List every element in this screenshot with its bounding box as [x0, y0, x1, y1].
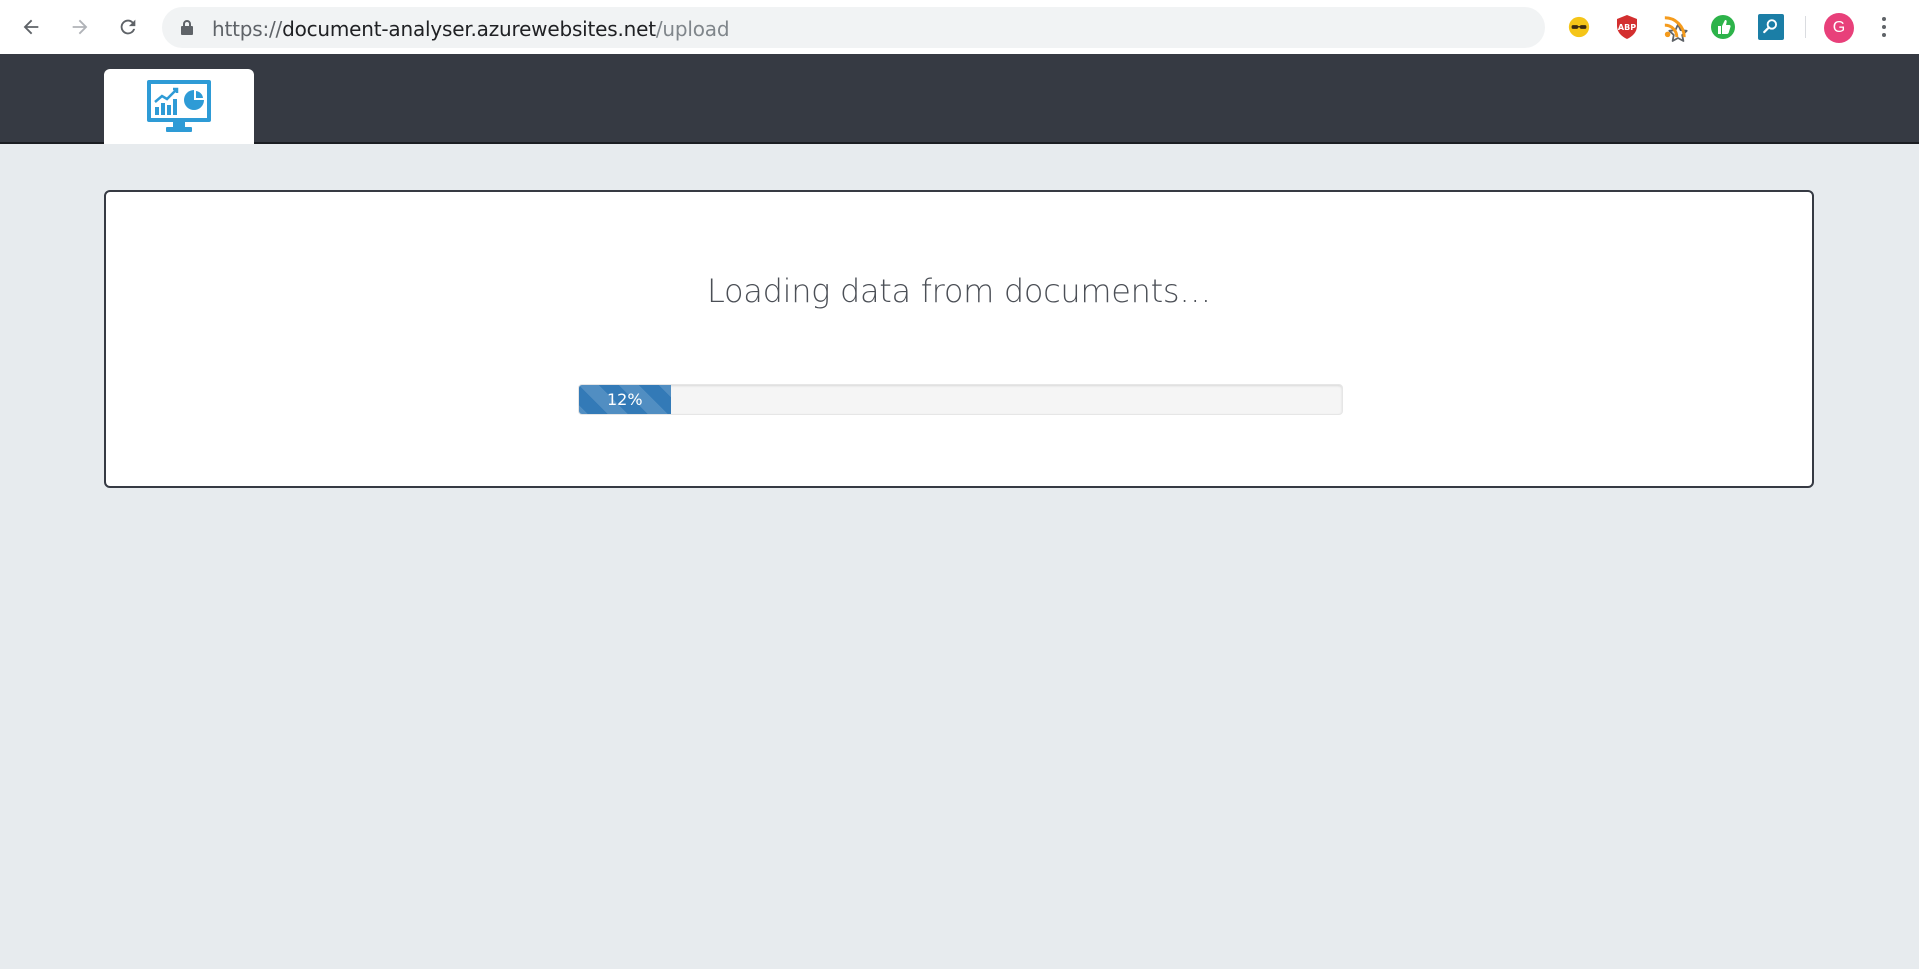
loading-title: Loading data from documents…	[707, 272, 1211, 310]
progress-bar-fill: 12%	[579, 385, 671, 414]
browser-menu-button[interactable]	[1874, 12, 1894, 42]
app-header	[0, 54, 1919, 144]
browser-toolbar: https://document-analyser.azurewebsites.…	[0, 0, 1919, 54]
search-extension-icon[interactable]	[1758, 14, 1784, 40]
reload-button[interactable]	[111, 10, 145, 44]
progress-bar: 12%	[578, 384, 1343, 415]
glasses-extension-icon[interactable]	[1566, 14, 1592, 40]
url-scheme: https://	[212, 17, 283, 41]
url-path: /upload	[655, 17, 730, 41]
arrow-left-icon	[23, 19, 39, 35]
rss-icon[interactable]	[1662, 14, 1688, 40]
adblock-icon[interactable]: ABP	[1614, 14, 1640, 40]
url-text: https://document-analyser.azurewebsites.…	[212, 17, 730, 41]
forward-button[interactable]	[63, 10, 97, 44]
address-bar[interactable]: https://document-analyser.azurewebsites.…	[162, 7, 1688, 48]
lock-icon	[181, 20, 193, 35]
dot	[1882, 25, 1886, 29]
loading-panel: Loading data from documents… 12%	[104, 190, 1814, 488]
thumbs-up-extension-icon[interactable]	[1710, 14, 1736, 40]
profile-avatar[interactable]: G	[1824, 13, 1854, 43]
dot	[1882, 17, 1886, 21]
back-button[interactable]	[14, 10, 48, 44]
analytics-monitor-logo	[147, 79, 211, 132]
dot	[1882, 33, 1886, 37]
toolbar-divider	[1805, 16, 1806, 38]
svg-text:ABP: ABP	[1618, 23, 1636, 32]
reload-icon	[120, 19, 136, 35]
logo-tab[interactable]	[104, 69, 254, 144]
arrow-right-icon	[72, 19, 88, 35]
progress-label: 12%	[606, 390, 643, 409]
url-host: document-analyser.azurewebsites.net	[282, 17, 656, 41]
